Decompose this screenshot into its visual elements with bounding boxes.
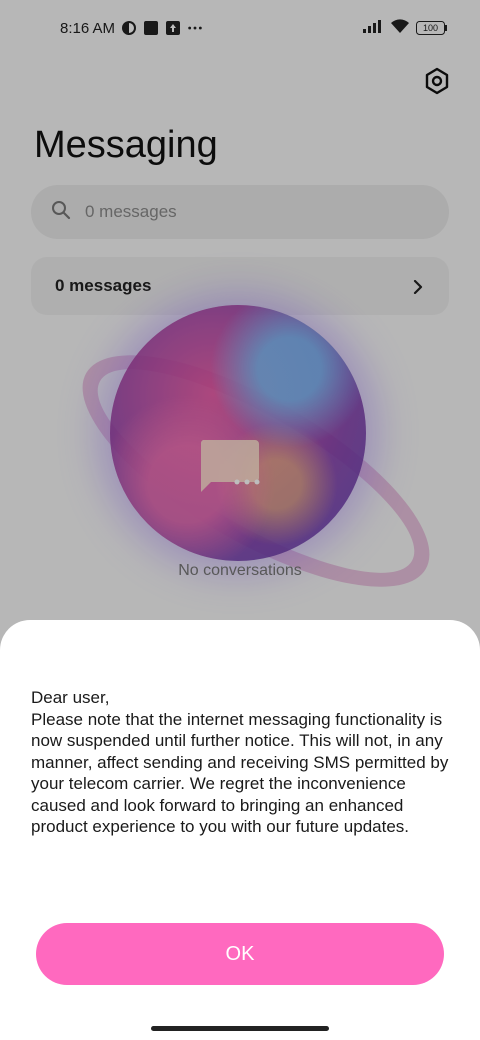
notice-dialog: Dear user, Please note that the internet… [0, 620, 480, 1040]
ok-button[interactable]: OK [36, 923, 444, 985]
dialog-greeting: Dear user, [31, 688, 110, 707]
dialog-body: Please note that the internet messaging … [31, 709, 449, 837]
dialog-message: Dear user, Please note that the internet… [31, 687, 461, 838]
home-indicator[interactable] [151, 1026, 329, 1031]
